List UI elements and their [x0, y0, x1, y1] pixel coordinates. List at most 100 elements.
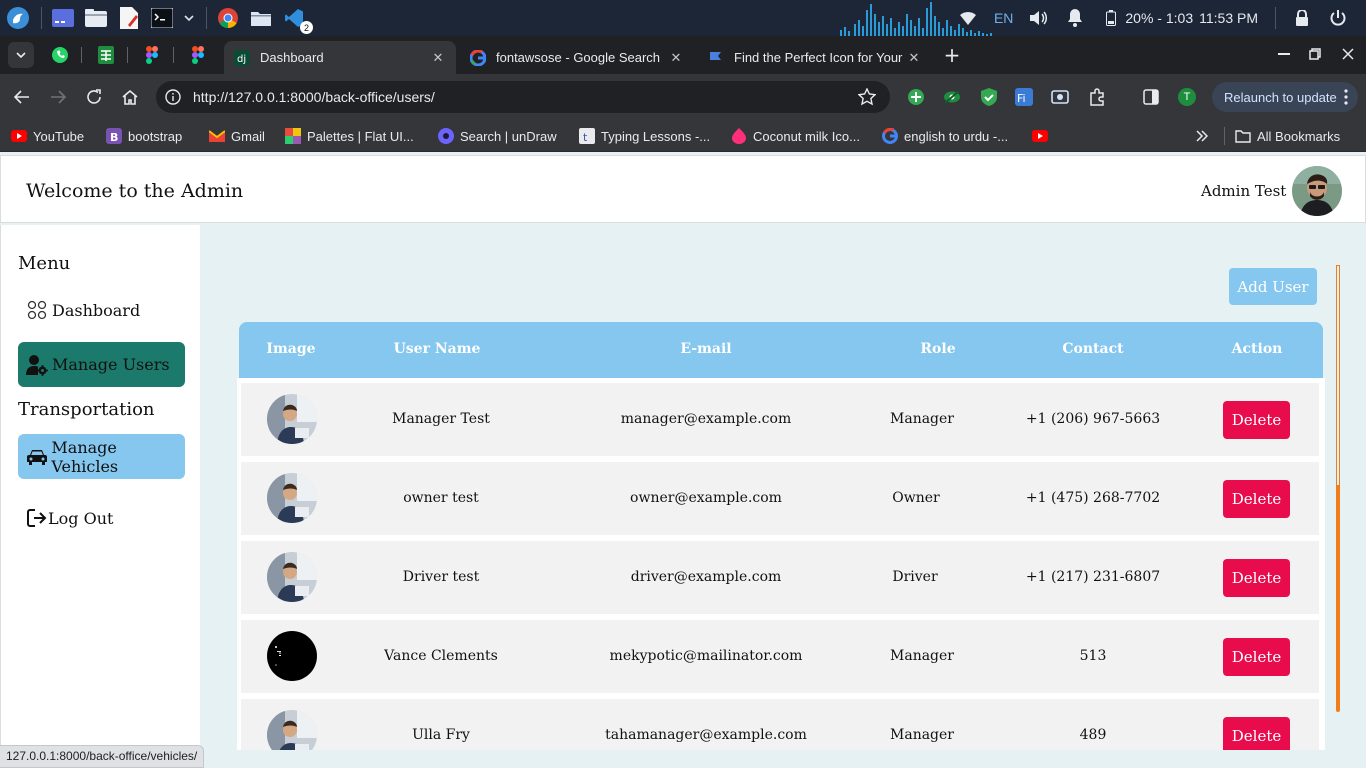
home-icon[interactable]	[120, 87, 140, 107]
bookmark-english-urdu[interactable]: english to urdu -...	[882, 127, 1008, 145]
bookmark-label: YouTube	[33, 128, 85, 144]
typing-icon: t	[579, 128, 595, 144]
tab-dashboard[interactable]: dj Dashboard ✕	[224, 41, 456, 74]
wifi-icon[interactable]	[958, 8, 978, 28]
tab-title: Dashboard	[260, 50, 324, 65]
sidebar-item-manage-users[interactable]: Manage Users	[18, 342, 185, 387]
keyboard-language[interactable]: EN	[994, 10, 1013, 26]
bookmark-gmail[interactable]: Gmail	[209, 127, 265, 145]
chrome-icon[interactable]	[215, 5, 241, 31]
svg-text:B: B	[110, 131, 118, 144]
power-icon[interactable]	[1328, 8, 1348, 28]
scrollbar-thumb[interactable]	[1336, 265, 1340, 485]
url-text[interactable]: http://127.0.0.1:8000/back-office/users/	[193, 89, 858, 105]
tab-icon-finder[interactable]: Find the Perfect Icon for Your ✕	[698, 41, 932, 74]
notification-bell-icon[interactable]	[1065, 8, 1085, 28]
volume-icon[interactable]	[1029, 8, 1049, 28]
more-bookmarks-icon[interactable]	[1196, 127, 1208, 145]
relaunch-update-button[interactable]: Relaunch to update	[1212, 82, 1358, 112]
restore-icon[interactable]	[1305, 44, 1325, 64]
whatsapp-icon[interactable]	[49, 44, 71, 66]
figma-icon[interactable]	[141, 44, 163, 66]
battery-icon[interactable]	[1101, 8, 1121, 28]
clock[interactable]: 11:53 PM	[1199, 10, 1258, 26]
bookmark-typing-lessons[interactable]: t Typing Lessons -...	[579, 127, 710, 145]
extensions-puzzle-icon[interactable]	[1088, 88, 1106, 106]
column-header-image: Image	[266, 341, 316, 357]
lock-icon[interactable]	[1292, 8, 1312, 28]
close-tab-icon[interactable]: ✕	[430, 50, 446, 66]
tab-google-search[interactable]: fontawsose - Google Search ✕	[460, 41, 694, 74]
shield-icon[interactable]	[980, 88, 998, 106]
address-bar[interactable]: http://127.0.0.1:8000/back-office/users/	[156, 81, 890, 113]
forward-icon[interactable]	[48, 87, 68, 107]
bookmark-youtube[interactable]: YouTube	[11, 127, 84, 145]
bookmark-coconut-milk[interactable]: Coconut milk Ico...	[731, 127, 860, 145]
undraw-icon	[438, 128, 454, 144]
chevron-down-icon[interactable]	[182, 5, 196, 31]
system-tray: EN 20% - 1:03 11:53 PM	[950, 0, 1366, 36]
sheets-icon[interactable]	[95, 44, 117, 66]
minimize-icon[interactable]	[1274, 44, 1294, 64]
sidebar-item-manage-vehicles[interactable]: Manage Vehicles	[18, 434, 185, 479]
all-bookmarks-folder[interactable]: All Bookmarks	[1224, 127, 1340, 145]
delete-button[interactable]: Delete	[1223, 480, 1290, 518]
close-tab-icon[interactable]: ✕	[668, 50, 684, 66]
delete-button[interactable]: Delete	[1223, 638, 1290, 676]
profile-avatar[interactable]: T	[1178, 88, 1196, 106]
bookmark-bootstrap[interactable]: B bootstrap	[106, 127, 182, 145]
extension-add-icon[interactable]	[907, 88, 925, 106]
bookmark-undraw[interactable]: Search | unDraw	[438, 127, 557, 145]
figma-icon[interactable]	[187, 44, 209, 66]
all-bookmarks-label: All Bookmarks	[1257, 128, 1341, 144]
youtube-icon	[11, 128, 27, 144]
terminal-icon[interactable]	[149, 5, 175, 31]
delete-button[interactable]: Delete	[1223, 717, 1290, 750]
page-header: Welcome to the Admin Admin Test	[0, 155, 1366, 223]
logout-icon	[26, 507, 48, 529]
screen-record-icon[interactable]	[1051, 88, 1069, 106]
reload-icon[interactable]	[84, 87, 104, 107]
bookmark-label: bootstrap	[128, 128, 183, 144]
tab-search-button[interactable]	[8, 42, 34, 68]
user-contact: 513	[1079, 648, 1107, 664]
user-name: Manager Test	[392, 411, 490, 427]
folder-icon	[1235, 128, 1251, 144]
site-info-icon[interactable]	[165, 89, 181, 105]
folder-icon[interactable]	[248, 5, 274, 31]
youtube-icon	[1032, 128, 1048, 144]
close-tab-icon[interactable]: ✕	[906, 50, 922, 66]
delete-button[interactable]: Delete	[1223, 559, 1290, 597]
admin-username[interactable]: Admin Test	[1201, 182, 1286, 200]
user-role: Manager	[890, 727, 954, 743]
bookmark-label: Coconut milk Ico...	[753, 128, 860, 144]
sidebar-item-label: Dashboard	[52, 300, 141, 320]
bookmark-palettes[interactable]: Palettes | Flat UI...	[285, 127, 414, 145]
side-panel-icon[interactable]	[1142, 88, 1160, 106]
column-header-contact: Contact	[1062, 341, 1124, 357]
file-manager-icon[interactable]	[83, 5, 109, 31]
extension-eye-icon[interactable]	[943, 88, 961, 106]
more-menu-icon[interactable]	[1344, 89, 1348, 105]
app-launcher-icon[interactable]	[5, 5, 31, 31]
admin-avatar[interactable]	[1292, 166, 1342, 216]
add-user-button[interactable]: Add User	[1229, 268, 1317, 305]
delete-button[interactable]: Delete	[1223, 401, 1290, 439]
bookmark-youtube-2[interactable]	[1032, 127, 1054, 145]
battery-status: 20% - 1:03	[1125, 10, 1194, 26]
user-avatar	[267, 552, 317, 602]
user-avatar	[267, 710, 317, 750]
desktop-grid-icon[interactable]	[50, 5, 76, 31]
new-tab-button[interactable]: +	[942, 45, 962, 65]
back-icon[interactable]	[12, 87, 32, 107]
sidebar-item-logout[interactable]: Log Out	[26, 507, 113, 529]
close-window-icon[interactable]	[1338, 44, 1358, 64]
content-scrollbar[interactable]	[1336, 265, 1340, 712]
bookmark-star-icon[interactable]	[857, 87, 877, 106]
table-row: owner test owner@example.com Owner +1 (4…	[241, 462, 1319, 535]
vscode-icon[interactable]: 2	[281, 5, 313, 34]
document-editor-icon[interactable]	[116, 5, 142, 31]
table-row: Driver test driver@example.com Driver +1…	[241, 541, 1319, 614]
sidebar-item-dashboard[interactable]: Dashboard	[26, 299, 140, 321]
font-identifier-icon[interactable]: Fi	[1015, 88, 1033, 106]
